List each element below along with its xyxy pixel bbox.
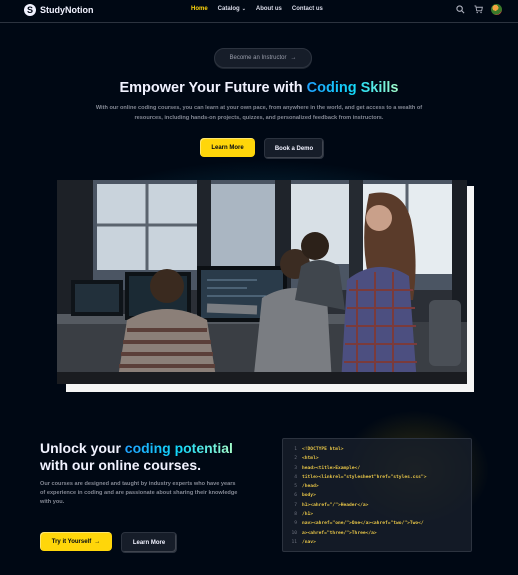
code-line-number: 8 xyxy=(294,512,297,518)
section-heading-prefix: Unlock your xyxy=(40,440,125,456)
try-it-yourself-button[interactable]: Try it Yourself → xyxy=(40,532,112,551)
code-line-number: 4 xyxy=(294,474,297,480)
code-line-number: 3 xyxy=(294,465,297,471)
code-line: /nav> xyxy=(302,539,316,545)
chevron-down-icon: ⌄ xyxy=(241,6,246,12)
section-body: Our courses are designed and taught by i… xyxy=(40,481,238,505)
code-line-number: 9 xyxy=(294,521,297,527)
logo-mark-icon: S xyxy=(24,4,36,16)
arrow-right-icon: → xyxy=(94,538,101,545)
header-actions xyxy=(455,4,502,15)
logo-text: StudyNotion xyxy=(40,5,94,15)
code-line: h1><ahref="/">Header</a> xyxy=(302,502,369,508)
section-heading-highlight: coding potential xyxy=(124,440,233,456)
code-line-number: 7 xyxy=(294,502,297,508)
nav-catalog[interactable]: Catalog ⌄ xyxy=(218,6,246,12)
nav-catalog-label: Catalog xyxy=(217,6,240,12)
learn-more-button[interactable]: Learn More xyxy=(200,138,255,157)
nav-home[interactable]: Home xyxy=(191,6,208,12)
become-instructor-label: Become an Instructor xyxy=(229,55,287,61)
code-line-numbers: 1 2 3 4 5 6 7 8 9 10 11 xyxy=(283,439,297,551)
section-heading-suffix: with our online courses. xyxy=(40,457,202,473)
hero-headline: Empower Your Future with Coding Skills xyxy=(0,80,518,96)
section-heading: Unlock your coding potential with our on… xyxy=(40,440,260,474)
code-line-number: 2 xyxy=(294,456,297,462)
arrow-right-icon: → xyxy=(290,55,297,61)
code-line-number: 6 xyxy=(294,493,297,499)
code-line: nav><ahref="one/">One</a><ahref="two/">T… xyxy=(302,521,424,527)
main-nav: Home Catalog ⌄ About us Contact us xyxy=(191,6,323,12)
cart-icon[interactable] xyxy=(473,5,483,15)
code-line-number: 10 xyxy=(291,530,297,536)
hero-headline-highlight: Coding Skills xyxy=(306,80,399,96)
become-instructor-button[interactable]: Become an Instructor → xyxy=(214,48,312,68)
search-icon[interactable] xyxy=(455,5,465,15)
hero-headline-prefix: Empower Your Future with xyxy=(119,80,307,96)
code-line: title><linkrel="stylesheet"href="styles.… xyxy=(302,474,427,480)
nav-about-us[interactable]: About us xyxy=(256,6,282,12)
section-learn-more-button[interactable]: Learn More xyxy=(121,532,177,553)
code-line: <!DOCTYPE html> xyxy=(302,447,344,452)
code-line: /h1> xyxy=(302,512,314,518)
hero-subtext: With our online coding courses, you can … xyxy=(95,105,423,121)
code-lines: <!DOCTYPE html> <html> head><title>Example… xyxy=(297,439,426,551)
top-navbar: S StudyNotion Home Catalog ⌄ About us Con… xyxy=(0,0,518,23)
code-line: /head> xyxy=(302,484,319,490)
try-it-yourself-label: Try it Yourself xyxy=(51,538,92,545)
hero-image xyxy=(57,180,467,384)
code-line: head><title>Example</ xyxy=(302,465,361,471)
code-line-number: 11 xyxy=(291,539,297,545)
logo[interactable]: S StudyNotion xyxy=(24,4,94,16)
code-line-number: 5 xyxy=(294,484,297,490)
book-demo-button[interactable]: Book a Demo xyxy=(264,138,324,159)
code-line: <html> xyxy=(302,456,319,462)
nav-contact-us[interactable]: Contact us xyxy=(292,6,323,12)
avatar[interactable] xyxy=(491,4,502,15)
code-line: a><ahref="three/">Three</a> xyxy=(302,530,377,536)
code-block: 1 2 3 4 5 6 7 8 9 10 11 <!DOCTYPE html> <html> head>… xyxy=(282,438,472,552)
code-line: body> xyxy=(302,493,316,499)
code-line-number: 1 xyxy=(294,447,297,452)
